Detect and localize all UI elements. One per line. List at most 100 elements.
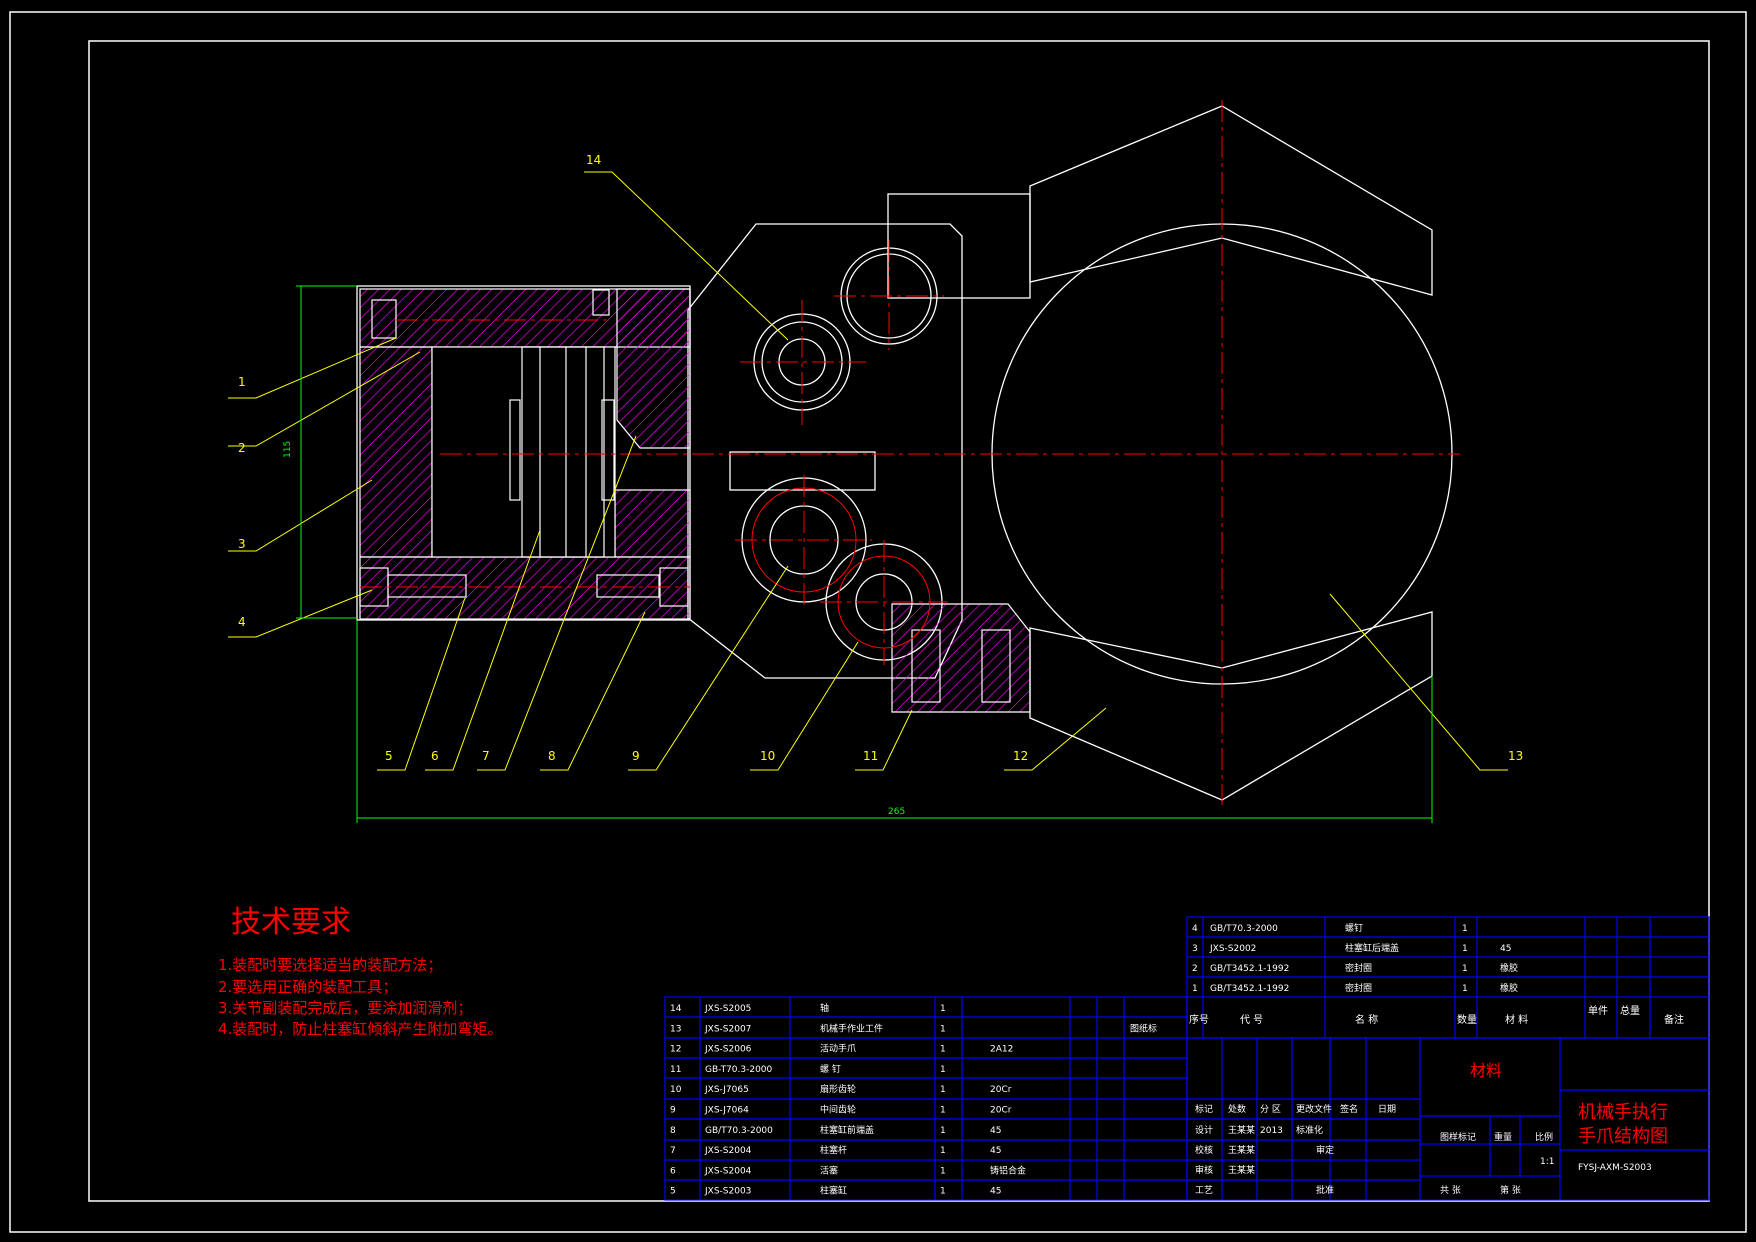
- bom-header-remarks: 备注: [1664, 1013, 1684, 1026]
- bom-right-cell-code: GB/T70.3-2000: [1210, 924, 1278, 934]
- tech-requirement-4: 4.装配时，防止柱塞缸倾斜产生附加弯矩。: [218, 1020, 502, 1038]
- bom-left-cell-material: 20Cr: [990, 1085, 1012, 1095]
- tb-row-label-5: 日期: [1378, 1104, 1396, 1115]
- bom-right-cell-material: 橡胶: [1500, 962, 1518, 974]
- tech-requirement-1: 1.装配时要选择适当的装配方法；: [218, 956, 442, 974]
- tb-designer-review: 王某某: [1228, 1165, 1255, 1176]
- bom-left-cell-material: 铸铝合金: [990, 1164, 1026, 1176]
- bom-right-cell-material: 45: [1500, 944, 1511, 954]
- bom-left-cell-no: 5: [670, 1187, 676, 1197]
- bom-header-code: 代 号: [1240, 1014, 1263, 1026]
- bom-right-rows: 4 GB/T70.3-2000 螺钉 1 3 JXS-S2002 柱塞缸后端盖 1 45 2 GB/…: [1192, 923, 1518, 994]
- bom-header-qty: 数量: [1457, 1013, 1477, 1026]
- bom-left-cell-qty: 1: [940, 1024, 946, 1034]
- drawing-title-line1: 机械手执行: [1578, 1102, 1668, 1123]
- bom-right-cell-qty: 1: [1462, 944, 1468, 954]
- tb-designer: 王某某: [1228, 1125, 1255, 1136]
- bom-left-cell-code: JXS-S2005: [704, 1004, 751, 1014]
- part-label-5: 5: [385, 749, 393, 763]
- bom-header-total-weight: 总量: [1620, 1004, 1640, 1017]
- bom-right-cell-material: 橡胶: [1500, 982, 1518, 994]
- bom-left-cell-no: 6: [670, 1166, 676, 1176]
- part-label-14: 14: [586, 153, 601, 167]
- bom-header-unit-weight: 单件: [1588, 1005, 1608, 1017]
- bom-left-cell-material: 2A12: [990, 1045, 1013, 1055]
- bom-right-cell-qty: 1: [1462, 984, 1468, 994]
- bom-left-cell-material: 45: [990, 1126, 1001, 1136]
- bom-left-cell-name: 活动手爪: [820, 1043, 856, 1055]
- bom-left-cell-code: JXS-S2004: [704, 1166, 752, 1176]
- tb-sign-design: 设计: [1195, 1124, 1213, 1136]
- bom-header: 序号 代 号 名 称 数量 材 料 单件 总量 备注: [1189, 1004, 1684, 1026]
- tb-stage-label: 图样标记: [1440, 1131, 1476, 1143]
- tb-row-label-2: 分 区: [1260, 1104, 1281, 1115]
- bom-left-cell-material: 45: [990, 1146, 1001, 1156]
- bom-left-cell-code: JXS-S2003: [704, 1187, 751, 1197]
- bom-left-cell-qty: 1: [940, 1065, 946, 1075]
- bom-right-cell-code: JXS-S2002: [1209, 944, 1256, 954]
- tech-requirements: 技术要求 1.装配时要选择适当的装配方法； 2.要选用正确的装配工具； 3.关节…: [218, 905, 502, 1038]
- tb-designer-check: 王某某: [1228, 1145, 1255, 1156]
- tb-standardization: 标准化: [1296, 1124, 1323, 1136]
- bom-left-cell-no: 11: [670, 1065, 681, 1075]
- tb-row-label-0: 标记: [1195, 1103, 1213, 1115]
- tb-date: 2013: [1260, 1126, 1283, 1136]
- part-label-13: 13: [1508, 749, 1523, 763]
- bom-right-cell-name: 密封圈: [1345, 982, 1372, 994]
- bom-left-cell-code: JXS-S2006: [704, 1045, 752, 1055]
- bom-left-cell-no: 14: [670, 1004, 682, 1014]
- dimension-width: 265: [888, 807, 905, 817]
- bom-left-cell-no: 13: [670, 1024, 681, 1034]
- bom-header-name: 名 称: [1355, 1013, 1378, 1026]
- sheet-outer-border: [9, 11, 1747, 1233]
- bom-left-cell-name: 柱塞缸前端盖: [820, 1124, 874, 1136]
- tb-scale-label: 比例: [1535, 1131, 1553, 1143]
- part-label-11: 11: [863, 749, 878, 763]
- bom-left-cell-name: 扇形齿轮: [820, 1083, 856, 1095]
- tb-sheet-total: 共 张: [1440, 1185, 1461, 1196]
- bom-left-cell-name: 轴: [820, 1002, 829, 1014]
- bom-right-cell-name: 螺钉: [1345, 923, 1363, 934]
- bom-left-cell-name: 活塞: [820, 1164, 838, 1176]
- part-label-7: 7: [482, 749, 490, 763]
- bom-left-cell-no: 9: [670, 1106, 676, 1116]
- tb-sign-review: 审核: [1195, 1164, 1213, 1176]
- bom-right-cell-qty: 1: [1462, 924, 1468, 934]
- bom-left-cell-name: 柱塞杆: [820, 1144, 847, 1156]
- bom-header-material: 材 料: [1505, 1013, 1528, 1026]
- bom-left-cell-material: 45: [990, 1187, 1001, 1197]
- bom-right-grid: [1186, 916, 1710, 1039]
- tb-row-label-1: 处数: [1228, 1103, 1246, 1115]
- tb-row-label-4: 签名: [1340, 1103, 1358, 1115]
- tech-requirements-title: 技术要求: [231, 905, 351, 940]
- bom-left-cell-code: GB-T70.3-2000: [705, 1065, 773, 1075]
- bom-left-cell-no: 10: [670, 1085, 682, 1095]
- tb-weight-label: 重量: [1494, 1131, 1512, 1143]
- drawing-number: FYSJ-AXM-S2003: [1578, 1163, 1652, 1173]
- title-material-label: 材料: [1470, 1061, 1502, 1080]
- tech-requirement-3: 3.关节副装配完成后，要涂加润滑剂；: [218, 999, 472, 1017]
- part-label-3: 3: [238, 537, 246, 551]
- bom-left-cell-no: 12: [670, 1045, 681, 1055]
- bom-left-cell-code: JXS-S2007: [704, 1024, 751, 1034]
- bom-left-cell-name: 机械手作业工件: [820, 1022, 883, 1034]
- bom-right-cell-qty: 1: [1462, 964, 1468, 974]
- part-label-6: 6: [431, 749, 439, 763]
- bom-left-cell-qty: 1: [940, 1106, 946, 1116]
- bom-right-cell-no: 3: [1192, 944, 1198, 954]
- tb-sign-check: 校核: [1195, 1144, 1213, 1156]
- bom-header-no: 序号: [1189, 1013, 1209, 1026]
- drawing-title-line2: 手爪结构图: [1578, 1126, 1668, 1147]
- tb-approve: 批准: [1316, 1184, 1334, 1196]
- bom-left-cell-qty: 1: [940, 1187, 946, 1197]
- bom-right-cell-name: 密封圈: [1345, 962, 1372, 974]
- part-label-9: 9: [632, 749, 640, 763]
- scale-value: 1:1: [1540, 1157, 1554, 1167]
- bom-left-cell-note: 图纸标: [1130, 1022, 1157, 1034]
- bom-left-cell-name: 螺 钉: [820, 1064, 841, 1075]
- bom-left-cell-name: 柱塞缸: [820, 1185, 847, 1197]
- part-label-1: 1: [238, 375, 246, 389]
- bom-left-cell-material: 20Cr: [990, 1106, 1012, 1116]
- part-label-10: 10: [760, 749, 775, 763]
- bom-left-cell-qty: 1: [940, 1004, 946, 1014]
